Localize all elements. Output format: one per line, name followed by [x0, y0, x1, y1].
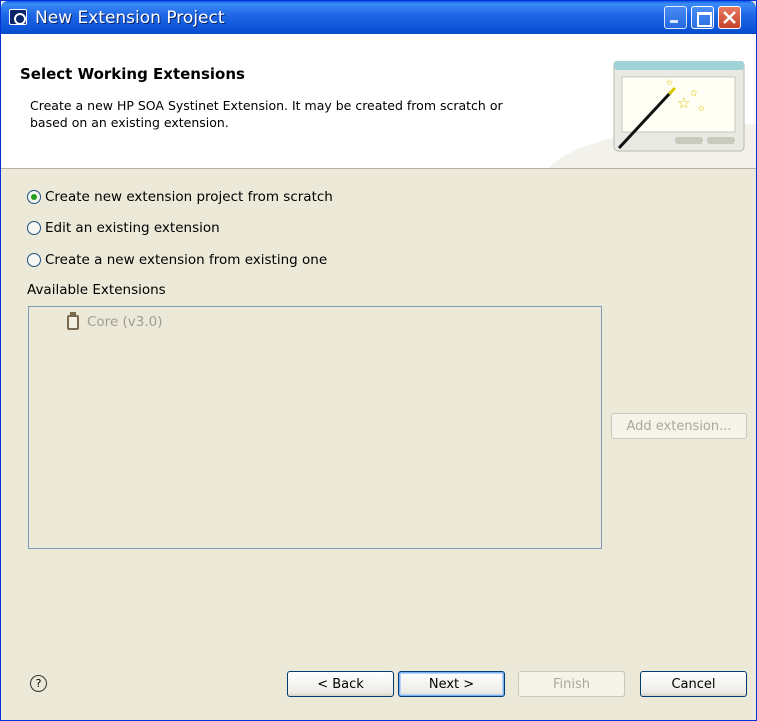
- radio-create-from-existing[interactable]: [27, 253, 41, 267]
- jar-icon: [67, 311, 79, 330]
- maximize-button[interactable]: [691, 6, 714, 29]
- option-edit-existing[interactable]: Edit an existing extension: [27, 220, 220, 236]
- option-create-from-existing[interactable]: Create a new extension from existing one: [27, 252, 327, 268]
- radio-create-from-scratch[interactable]: [27, 190, 41, 204]
- back-button[interactable]: < Back: [287, 671, 394, 697]
- close-button[interactable]: [718, 6, 741, 29]
- title-bar[interactable]: New Extension Project: [1, 1, 756, 34]
- option-label: Create new extension project from scratc…: [45, 189, 333, 205]
- svg-text:✩: ✩: [690, 89, 698, 99]
- svg-text:✩: ✩: [698, 104, 705, 113]
- available-extensions-label: Available Extensions: [27, 282, 166, 298]
- wizard-header: Select Working Extensions Create a new H…: [1, 34, 756, 169]
- hp-logo-icon: [9, 9, 27, 25]
- wizard-banner-icon: ☆ ✩ ✩ ✩: [613, 61, 745, 152]
- page-title: Select Working Extensions: [20, 65, 245, 83]
- radio-edit-existing[interactable]: [27, 221, 41, 235]
- option-create-from-scratch[interactable]: Create new extension project from scratc…: [27, 189, 333, 205]
- minimize-button[interactable]: [664, 6, 687, 29]
- help-icon[interactable]: ?: [30, 675, 47, 692]
- option-label: Edit an existing extension: [45, 220, 220, 236]
- extensions-list[interactable]: Core (v3.0): [28, 306, 602, 549]
- dialog-window: New Extension Project Select Working Ext…: [0, 0, 757, 721]
- page-description: Create a new HP SOA Systinet Extension. …: [30, 98, 503, 130]
- svg-text:✩: ✩: [666, 78, 673, 87]
- next-button[interactable]: Next >: [398, 671, 505, 697]
- list-item-label: Core (v3.0): [87, 314, 163, 330]
- list-item[interactable]: Core (v3.0): [67, 311, 163, 330]
- cancel-button[interactable]: Cancel: [640, 671, 747, 697]
- svg-text:☆: ☆: [677, 94, 690, 112]
- option-label: Create a new extension from existing one: [45, 252, 328, 268]
- close-icon: [723, 11, 736, 24]
- window-title: New Extension Project: [35, 8, 225, 28]
- add-extension-button[interactable]: Add extension...: [611, 413, 747, 439]
- finish-button[interactable]: Finish: [518, 671, 625, 697]
